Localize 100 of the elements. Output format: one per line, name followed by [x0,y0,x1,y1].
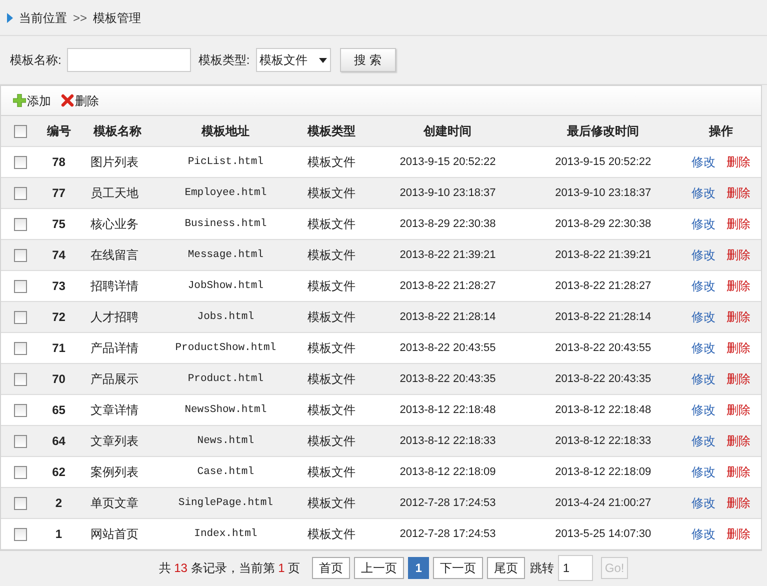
triangle-icon [7,12,13,22]
table-cell-text: 2012-7-28 17:24:53 [400,496,496,511]
delete-link[interactable]: 删除 [726,215,751,233]
table-cell-text: 2012-7-28 17:24:53 [400,526,496,542]
edit-link[interactable]: 修改 [692,370,716,388]
table-cell: ProductShow.html [175,342,276,354]
page-button[interactable]: 下一页 [432,556,483,578]
record-summary: 共 13 条记录，当前第 1 页 [158,560,300,576]
table-cell-text: 图片列表 [90,154,139,171]
table-cell-text: 模板文件 [308,340,356,357]
table-cell-text: 模板文件 [308,154,356,171]
edit-link[interactable]: 修改 [692,401,716,419]
checkbox[interactable] [14,466,28,478]
toolbar-add-button[interactable]: 添加 [13,92,51,110]
table-cell-text: 模板文件 [308,309,356,326]
toolbar-delete-button[interactable]: 删除 [61,92,99,110]
delete-link[interactable]: 删除 [726,525,751,543]
table-cell-text: 2013-9-10 23:18:37 [400,186,496,201]
page-button[interactable]: 首页 [312,556,350,578]
table-cell-text: 单页文章 [90,495,139,512]
page-button[interactable]: 1 [408,556,429,578]
checkbox[interactable] [14,124,28,138]
table-cell-text: 在线留言 [90,247,139,264]
table-cell: News.html [197,435,254,447]
table-cell-text: 71 [52,340,66,357]
breadcrumb-separator: >> [73,10,88,26]
edit-link[interactable]: 修改 [692,494,716,512]
edit-link[interactable]: 修改 [692,246,716,264]
search-button[interactable]: 搜 索 [340,48,396,72]
edit-link[interactable]: 修改 [692,153,716,171]
edit-link[interactable]: 修改 [692,308,716,326]
table-cell-text: 2013-4-24 21:00:27 [555,496,652,511]
checkbox[interactable] [14,434,28,448]
table-cell-text: 2013-9-10 23:18:37 [555,186,652,201]
table-cell-text: 文章详情 [90,402,139,419]
table-cell-text: 模板文件 [308,433,356,450]
checkbox[interactable] [14,404,28,416]
checkbox[interactable] [14,342,28,354]
table-cell-text: 78 [52,154,66,171]
edit-link[interactable]: 修改 [692,184,716,202]
delete-link[interactable]: 删除 [726,432,751,450]
table-cell-text: 模板文件 [308,185,356,202]
delete-link[interactable]: 删除 [726,153,751,171]
page-input[interactable]: 1 [558,554,593,580]
table-cell-text: 1 [55,526,62,543]
column-header: 操作 [709,123,734,140]
checkbox[interactable] [14,280,28,292]
page-button[interactable]: 尾页 [486,556,525,578]
table-cell-text: 62 [52,464,66,481]
delete-link[interactable]: 删除 [726,463,751,481]
checkbox[interactable] [14,372,28,386]
table-cell-text: 74 [52,247,66,264]
delete-link[interactable]: 删除 [726,308,751,326]
edit-link[interactable]: 修改 [692,525,716,543]
edit-link[interactable]: 修改 [692,432,716,450]
table-cell-text: 64 [52,433,66,450]
checkbox[interactable] [14,528,28,540]
table-cell-text: 2013-8-22 20:43:35 [555,372,652,387]
table-cell: Business.html [184,218,267,230]
type-dropdown[interactable]: 模板文件 [256,48,331,72]
table-cell-text: 模板文件 [308,402,356,419]
table-cell-text: 2013-8-22 20:43:35 [400,372,496,387]
table-cell: PicList.html [188,156,264,168]
delete-link[interactable]: 删除 [726,494,751,512]
column-header: 编号 [46,123,71,140]
table-cell: Product.html [188,373,264,385]
delete-link[interactable]: 删除 [726,277,751,295]
checkbox[interactable] [14,248,28,262]
table-cell-text: 2013-8-12 22:18:33 [555,434,652,449]
table-cell-text: 2013-8-12 22:18:09 [400,464,496,480]
page-button[interactable]: 上一页 [354,556,404,578]
checkbox[interactable] [14,156,28,168]
table-cell-text: 70 [52,371,66,388]
column-header: 模板地址 [202,123,250,140]
table-cell-text: 人才招聘 [90,309,139,326]
delete-link[interactable]: 删除 [726,246,751,264]
table-cell-text: 73 [52,278,66,295]
table-cell-text: 2013-8-22 21:28:27 [555,278,652,294]
delete-link[interactable]: 删除 [726,401,751,419]
cross-icon [61,94,74,107]
delete-link[interactable]: 删除 [726,339,751,357]
checkbox[interactable] [14,186,28,200]
table-cell-text: 员工天地 [90,185,139,202]
checkbox[interactable] [14,496,28,510]
breadcrumb-label: 当前位置 [19,10,67,26]
edit-link[interactable]: 修改 [692,215,716,233]
edit-link[interactable]: 修改 [692,463,716,481]
table-cell-text: 2013-8-22 21:28:27 [400,278,496,294]
delete-link[interactable]: 删除 [726,184,751,202]
edit-link[interactable]: 修改 [692,339,716,357]
name-input[interactable] [67,48,192,72]
checkbox[interactable] [14,310,28,324]
checkbox[interactable] [14,218,28,230]
delete-link[interactable]: 删除 [726,370,751,388]
table-cell-text: 产品详情 [90,340,139,357]
table-cell-text: 文章列表 [90,433,139,450]
table-cell-text: 案例列表 [90,464,139,481]
edit-link[interactable]: 修改 [692,277,716,295]
table-cell-text: 2013-8-22 21:28:14 [400,310,496,325]
table-cell-text: 2013-8-22 21:39:21 [555,248,652,263]
